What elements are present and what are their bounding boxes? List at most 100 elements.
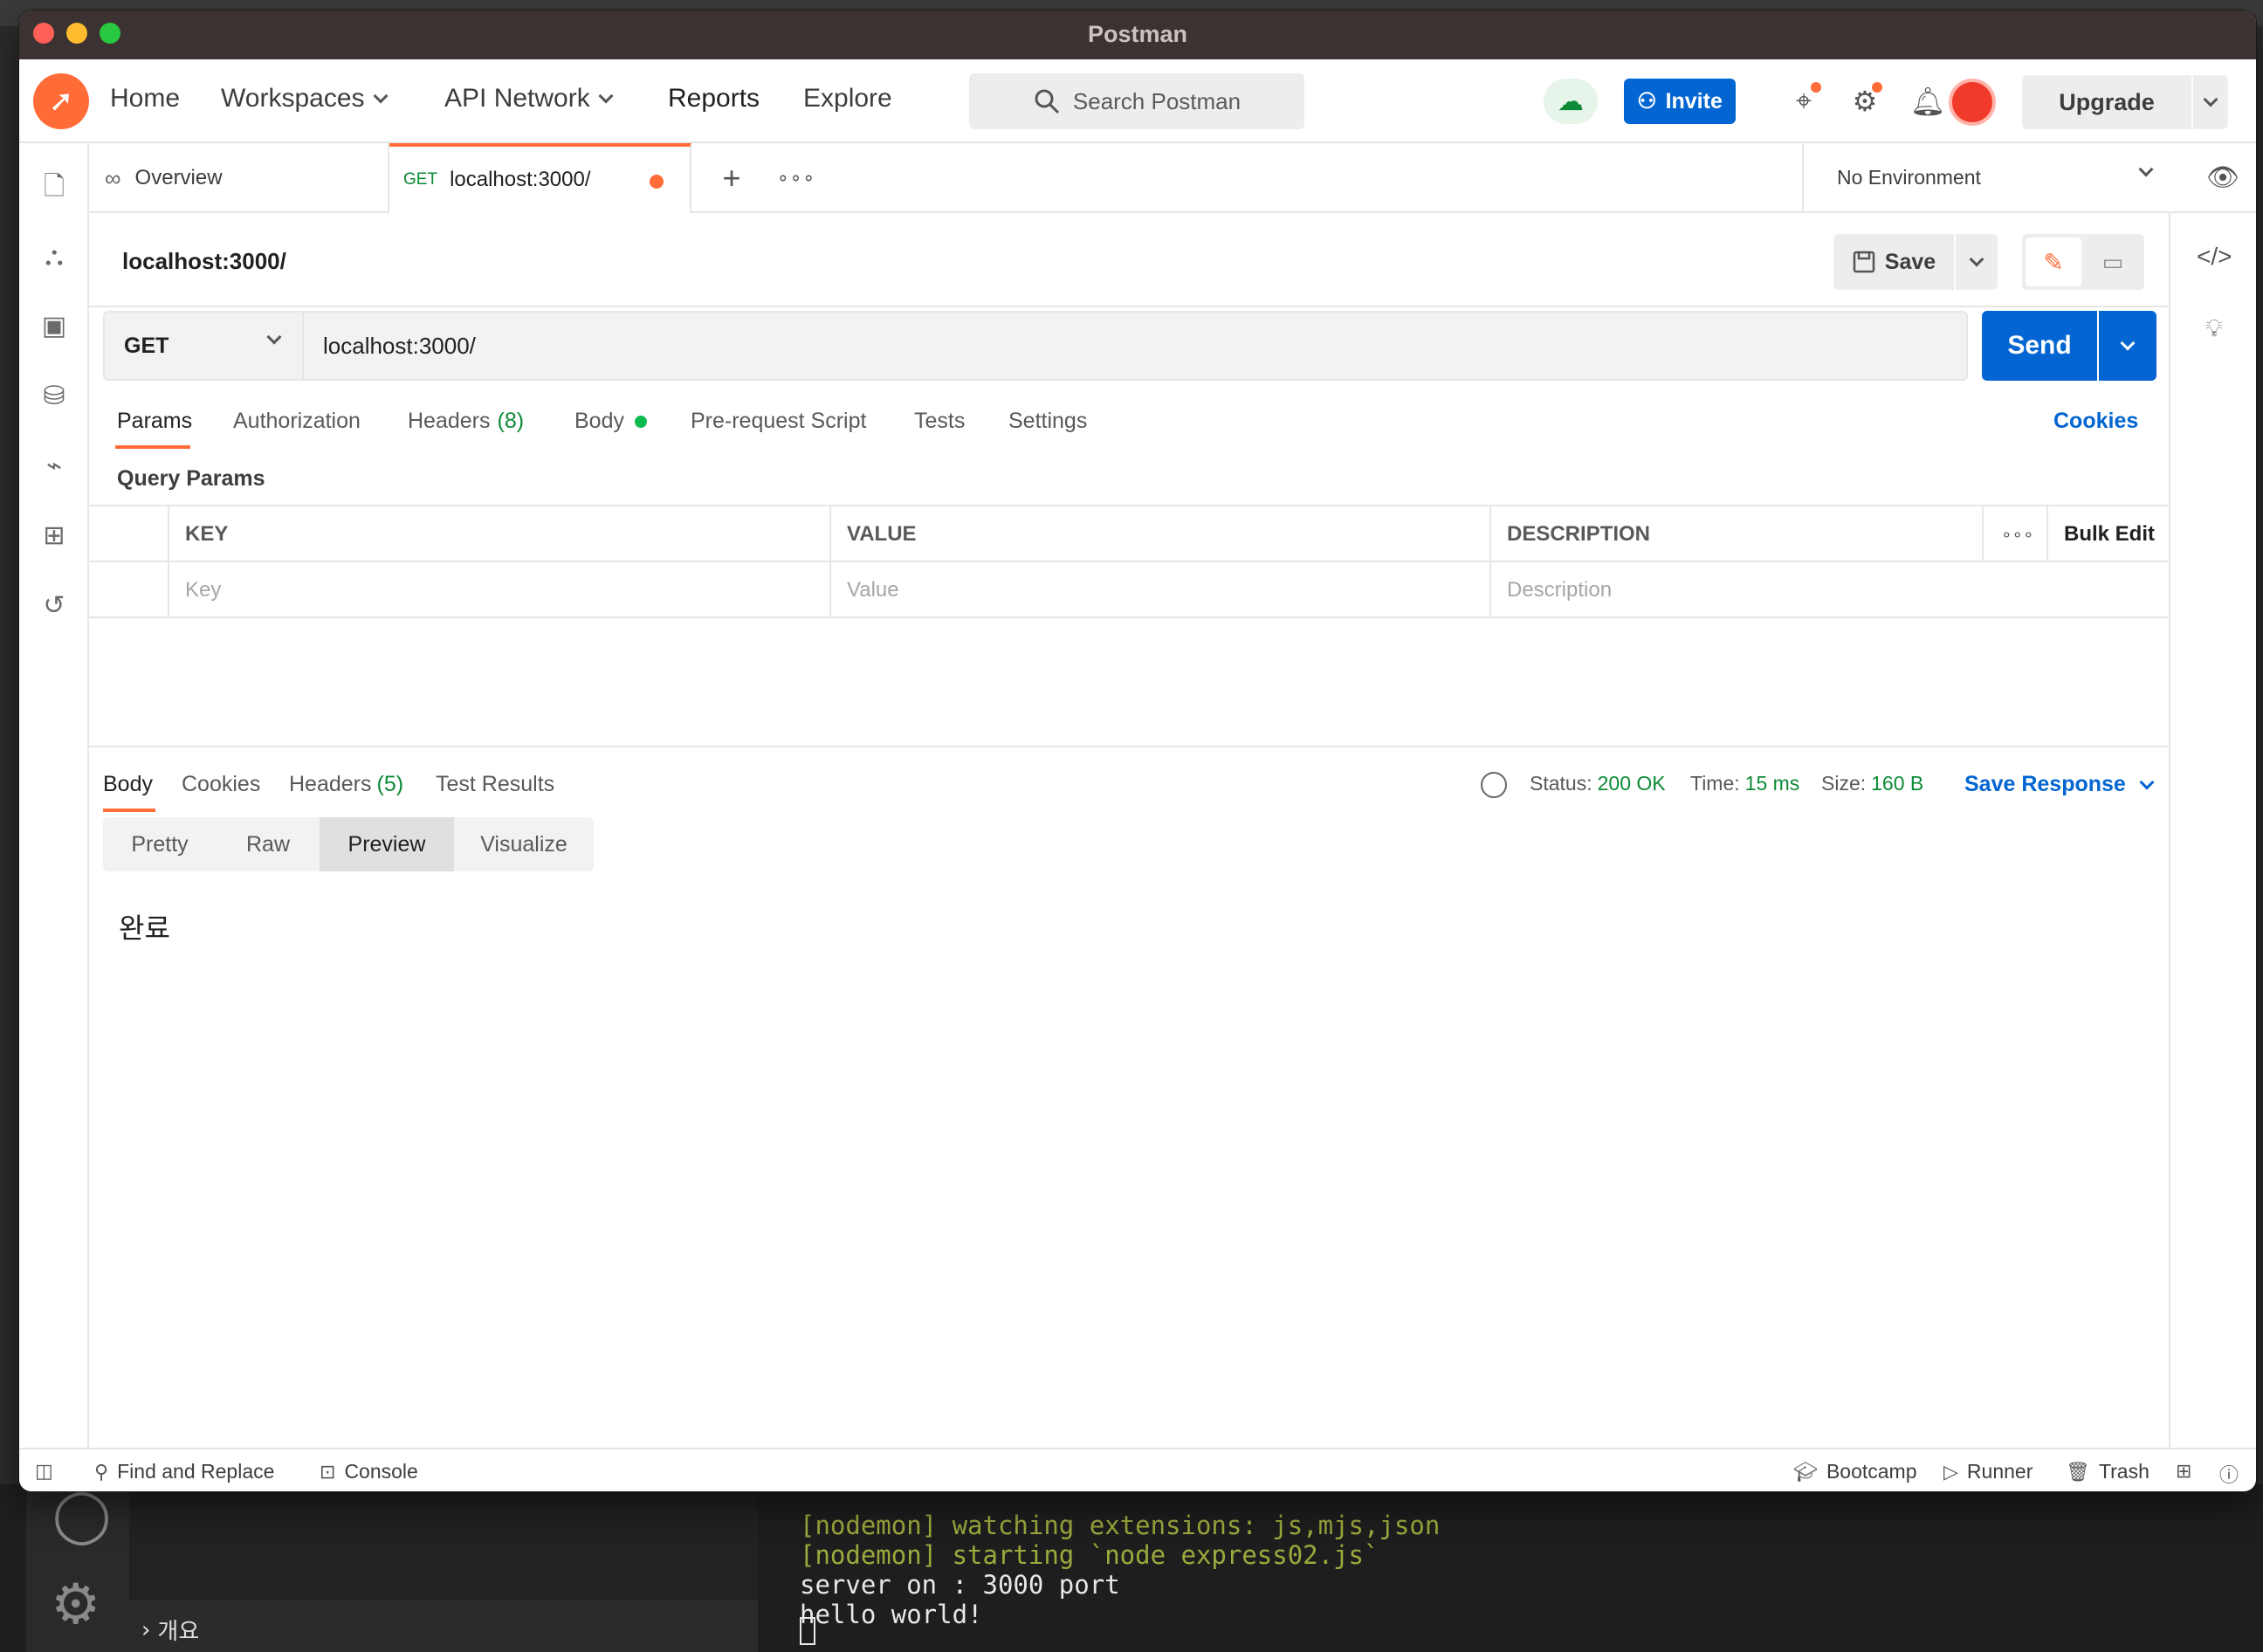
more-icon[interactable]: ∘∘∘ [1982, 506, 2046, 562]
response-tab-test-results-label: Test Results [436, 772, 555, 796]
eye-icon[interactable]: 👁︎ [2190, 143, 2256, 213]
collections-icon[interactable]: 🗋︎ [38, 171, 70, 203]
view-raw[interactable]: Raw [217, 817, 320, 871]
account-icon[interactable]: ◯ [52, 1484, 111, 1545]
nav-reports[interactable]: Reports [668, 84, 760, 114]
nav-explore[interactable]: Explore [803, 84, 892, 114]
lightbulb-icon[interactable]: 💡︎ [2197, 311, 2232, 346]
status-info[interactable]: Status: 200 OK [1530, 772, 1666, 795]
toggle-sidebar-icon[interactable]: ◫ [35, 1460, 53, 1483]
response-tab-test-results[interactable]: Test Results [436, 772, 554, 797]
globe-icon[interactable] [1481, 772, 1507, 798]
layout-icon[interactable]: ⊞ [2176, 1460, 2191, 1483]
avatar[interactable] [1949, 79, 1996, 126]
view-pretty[interactable]: Pretty [103, 817, 217, 871]
save-button[interactable]: Save [1833, 234, 1954, 290]
cloud-sync-icon[interactable]: ☁ [1544, 79, 1598, 124]
apis-icon[interactable]: ⛬ [38, 241, 70, 272]
console-button[interactable]: ⊡ Console [320, 1460, 418, 1483]
settings-icon[interactable]: ⚙ [1844, 80, 1886, 122]
request-name[interactable]: localhost:3000/ [122, 248, 286, 275]
bulk-edit-button[interactable]: Bulk Edit [2046, 506, 2169, 562]
help-icon[interactable]: ⓘ [2219, 1460, 2239, 1488]
headers-count: (8) [497, 409, 525, 433]
search-icon: ⚲ [94, 1460, 109, 1483]
save-dropdown[interactable] [1956, 234, 1998, 290]
value-input[interactable]: Value [829, 562, 1489, 618]
chevron-down-icon [1969, 251, 1984, 267]
postman-logo-icon[interactable]: ➚ [33, 73, 89, 129]
view-visualize[interactable]: Visualize [454, 817, 594, 871]
new-tab-button[interactable]: + [711, 157, 753, 199]
tab-request[interactable]: GET localhost:3000/ [389, 143, 691, 213]
description-input[interactable]: Description [1489, 562, 2169, 618]
unsaved-dot[interactable] [650, 175, 664, 189]
key-input[interactable]: Key [168, 562, 829, 618]
editor-activity-bar: ◯ ⚙ [26, 1484, 129, 1652]
tab-headers-label: Headers [408, 409, 491, 433]
time-info[interactable]: Time: 15 ms [1690, 772, 1799, 795]
bell-icon[interactable]: 🔔︎ [1907, 80, 1949, 122]
send-button[interactable]: Send [1982, 311, 2097, 381]
trash-button[interactable]: 🗑︎ Trash [2066, 1460, 2150, 1483]
environments-icon[interactable]: ▣ [38, 311, 70, 342]
tab-tests[interactable]: Tests [914, 409, 965, 434]
view-preview[interactable]: Preview [320, 817, 454, 871]
find-replace-button[interactable]: ⚲ Find and Replace [94, 1460, 274, 1483]
tab-overview-label: Overview [134, 166, 223, 189]
tab-overview[interactable]: ∞ Overview [89, 143, 389, 213]
satellite-icon[interactable]: ⌖ [1783, 80, 1825, 122]
row-select-column [89, 506, 168, 562]
size-info[interactable]: Size: 160 B [1821, 772, 1923, 795]
body-indicator-dot [634, 415, 647, 428]
tab-settings[interactable]: Settings [1008, 409, 1087, 434]
nav-workspaces[interactable]: Workspaces [221, 84, 389, 114]
runner-button[interactable]: ▷ Runner [1943, 1460, 2033, 1483]
response-headers-count: (5) [376, 772, 404, 796]
tab-prerequest-script[interactable]: Pre-request Script [691, 409, 866, 434]
nav-home[interactable]: Home [110, 84, 180, 114]
response-tab-body[interactable]: Body [103, 772, 153, 797]
tab-headers[interactable]: Headers (8) [408, 409, 524, 434]
tab-body[interactable]: Body [574, 409, 647, 434]
terminal-line: [nodemon] starting `node express02.js` [800, 1540, 1379, 1570]
search-input[interactable]: Search Postman [969, 73, 1304, 129]
comment-icon[interactable]: ▭ [2085, 237, 2141, 286]
active-tab-indicator [103, 809, 155, 812]
response-tab-cookies[interactable]: Cookies [182, 772, 260, 797]
more-icon[interactable]: ∘∘∘ [775, 157, 817, 199]
search-icon [1035, 89, 1059, 114]
environment-select[interactable]: No Environment [1802, 143, 2190, 213]
invite-button[interactable]: ⚇ Invite [1624, 79, 1736, 124]
send-dropdown[interactable] [2099, 311, 2156, 381]
terminal-panel[interactable]: [nodemon] watching extensions: js,mjs,js… [758, 1484, 2263, 1652]
code-icon[interactable]: </> [2197, 239, 2232, 274]
bootcamp-icon: 🎓︎ [1793, 1460, 1818, 1483]
response-divider[interactable] [89, 746, 2169, 747]
edit-icon[interactable]: ✎ [2026, 237, 2081, 286]
monitors-icon[interactable]: ⌁ [38, 451, 70, 482]
tab-params[interactable]: Params [117, 409, 192, 434]
chevron-down-icon [266, 329, 282, 345]
save-response-button[interactable]: Save Response [1964, 772, 2155, 797]
upgrade-dropdown[interactable] [2193, 75, 2228, 129]
url-input[interactable]: localhost:3000/ [304, 311, 1968, 381]
upgrade-button[interactable]: Upgrade [2022, 75, 2228, 129]
cookies-link[interactable]: Cookies [2053, 409, 2138, 434]
method-select[interactable]: GET [103, 311, 304, 381]
chevron-down-icon [2139, 774, 2155, 789]
tab-authorization[interactable]: Authorization [233, 409, 361, 434]
outline-section[interactable]: › 개요 [141, 1614, 199, 1646]
url-value: localhost:3000/ [323, 332, 476, 359]
size-label: Size: [1821, 772, 1867, 795]
bootcamp-button[interactable]: 🎓︎ Bootcamp [1793, 1460, 1917, 1483]
history-icon[interactable]: ↺ [38, 590, 70, 622]
terminal-line: [nodemon] watching extensions: js,mjs,js… [800, 1511, 1441, 1540]
mock-servers-icon[interactable]: ⛁ [38, 381, 70, 412]
upgrade-label: Upgrade [2022, 75, 2193, 129]
terminal-line: server on : 3000 port [800, 1570, 1120, 1600]
response-tab-headers[interactable]: Headers (5) [289, 772, 403, 797]
nav-api-network[interactable]: API Network [444, 84, 614, 114]
settings-gear-icon[interactable]: ⚙ [51, 1572, 100, 1637]
flows-icon[interactable]: ⊞ [38, 520, 70, 552]
